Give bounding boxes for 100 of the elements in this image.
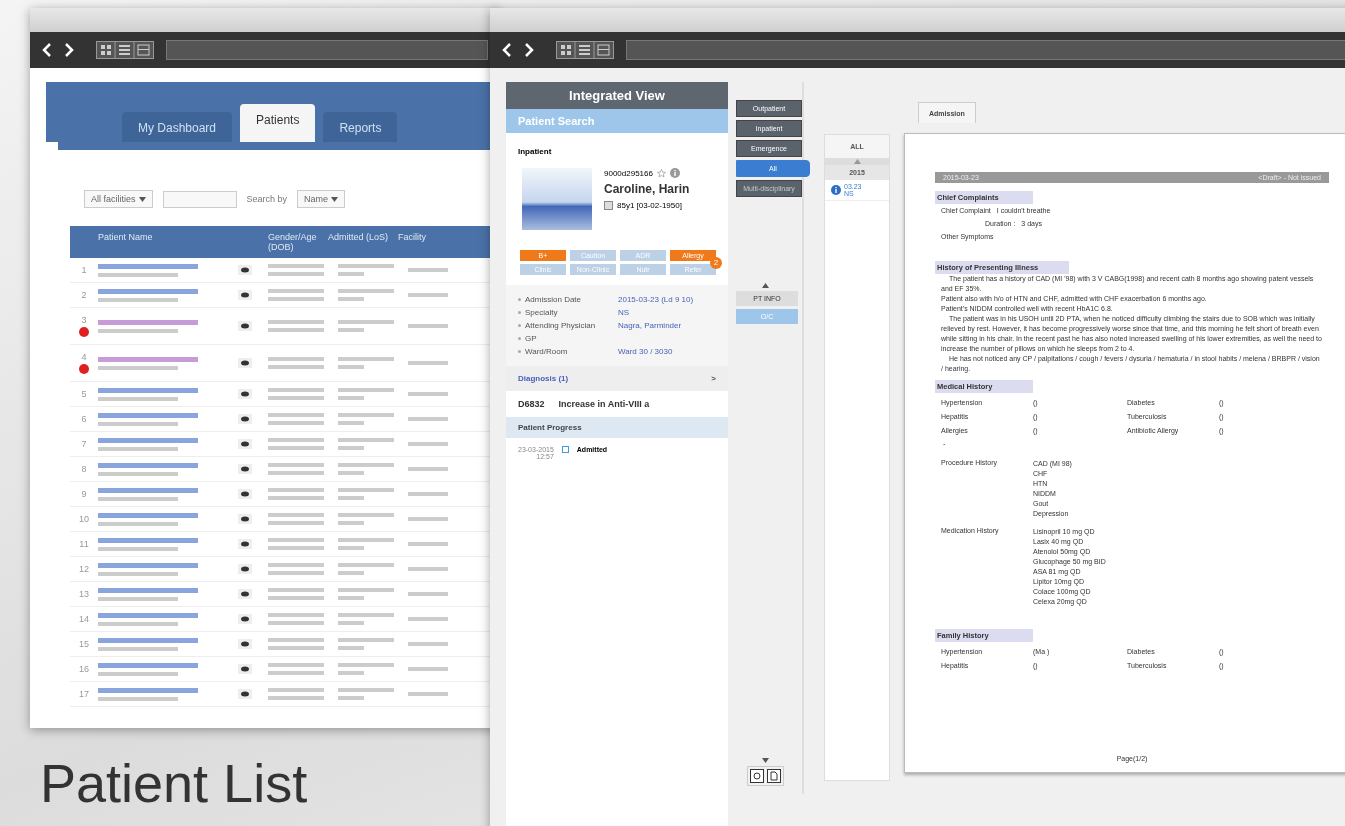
text-placeholder	[268, 471, 324, 475]
text-placeholder	[338, 513, 394, 517]
eye-icon[interactable]	[238, 639, 252, 649]
text-placeholder	[408, 492, 448, 496]
bullet-icon	[518, 298, 521, 301]
row-number: 11	[79, 539, 89, 549]
text-placeholder	[408, 517, 448, 521]
section-label: Inpatient	[517, 146, 553, 158]
eye-icon[interactable]	[238, 414, 252, 424]
text-placeholder	[408, 293, 448, 297]
eye-icon[interactable]	[238, 589, 252, 599]
column-header: Admitted (LoS)	[328, 232, 390, 244]
text-placeholder	[338, 496, 364, 500]
text-placeholder	[268, 671, 324, 675]
eye-icon[interactable]	[238, 664, 252, 674]
eye-icon[interactable]	[238, 439, 252, 449]
text-placeholder	[268, 488, 324, 492]
caret-down-icon[interactable]	[331, 197, 339, 202]
bullet-icon	[518, 311, 521, 314]
eye-icon[interactable]	[238, 389, 252, 399]
info-icon[interactable]	[669, 168, 680, 178]
text-placeholder	[338, 438, 394, 442]
row-number: 17	[79, 689, 89, 699]
eye-icon[interactable]	[238, 514, 252, 524]
detail-label: Attending Physician	[525, 321, 596, 330]
text-placeholder	[268, 388, 324, 392]
text-placeholder	[408, 467, 448, 471]
detail-label: GP	[525, 334, 537, 343]
nav-tab[interactable]: Patients	[240, 104, 316, 142]
photo-placeholder	[522, 168, 592, 230]
eye-icon[interactable]	[238, 614, 252, 624]
eye-icon[interactable]	[238, 464, 252, 474]
back-icon[interactable]	[42, 43, 52, 57]
text-placeholder	[338, 289, 394, 293]
text-placeholder	[408, 667, 448, 671]
eye-icon[interactable]	[238, 564, 252, 574]
caret-down-icon[interactable]	[138, 197, 146, 202]
facility-dropdown[interactable]: All facilities	[84, 190, 153, 208]
eye-icon[interactable]	[238, 539, 252, 549]
text-placeholder	[268, 688, 324, 692]
text-placeholder	[268, 496, 324, 500]
address-field[interactable]	[166, 40, 488, 60]
row-number: 1	[81, 265, 87, 275]
eye-icon[interactable]	[238, 358, 252, 368]
text-placeholder	[338, 488, 394, 492]
view-switch-icon[interactable]	[556, 41, 614, 59]
row-number: 8	[81, 464, 87, 474]
text-placeholder	[338, 663, 394, 667]
text-placeholder	[268, 613, 324, 617]
text-placeholder	[338, 365, 364, 369]
detail-label: Specialty	[525, 308, 558, 317]
eye-icon[interactable]	[238, 265, 252, 275]
caret-down-icon[interactable]	[761, 758, 769, 763]
text-placeholder	[268, 421, 324, 425]
search-by-dropdown[interactable]: Name	[297, 190, 346, 208]
row-number: 9	[81, 489, 87, 499]
export-icon[interactable]	[766, 769, 781, 783]
text-placeholder	[268, 328, 324, 332]
text-placeholder	[338, 264, 394, 268]
eye-icon[interactable]	[238, 689, 252, 699]
text-placeholder	[338, 272, 364, 276]
text-placeholder	[338, 671, 364, 675]
eye-icon[interactable]	[238, 290, 252, 300]
forward-icon[interactable]	[64, 43, 74, 57]
text-placeholder	[338, 396, 364, 400]
view-switch-icon[interactable]	[96, 41, 154, 59]
nav-tab[interactable]: Reports	[323, 112, 398, 142]
text-placeholder	[338, 688, 394, 692]
text-placeholder	[338, 297, 364, 301]
back-icon[interactable]	[502, 43, 512, 57]
text-placeholder	[268, 463, 324, 467]
detail-label: Ward/Room	[525, 347, 568, 356]
star-icon[interactable]	[656, 168, 666, 178]
forward-icon[interactable]	[524, 43, 534, 57]
detail-value: 2015-03-23 (Ld 9 10)	[618, 295, 695, 304]
diagnosis-title: Diagnosis (1)	[518, 374, 569, 383]
row-number: 7	[81, 439, 87, 449]
diagnosis-code: D6832	[518, 399, 545, 409]
text-placeholder	[338, 546, 364, 550]
text-placeholder	[268, 588, 324, 592]
text-placeholder	[268, 563, 324, 567]
row-number: 15	[79, 639, 89, 649]
text-placeholder	[268, 513, 324, 517]
patient-id: 9000d295166	[604, 168, 653, 178]
row-number: 4	[81, 352, 87, 362]
nav-tab[interactable]: My Dashboard	[122, 112, 233, 142]
eye-icon[interactable]	[238, 489, 252, 499]
bullet-icon	[518, 337, 521, 340]
settings-icon[interactable]	[749, 769, 764, 783]
caret-up-icon[interactable]	[761, 283, 769, 288]
address-field[interactable]	[626, 40, 1345, 60]
text-placeholder	[338, 596, 364, 600]
column-header: Patient Name	[98, 232, 154, 244]
eye-icon[interactable]	[238, 321, 252, 331]
text-placeholder	[408, 692, 448, 696]
diagnosis-header[interactable]: Diagnosis (1) >	[506, 366, 728, 391]
text-placeholder	[268, 289, 324, 293]
text-placeholder	[408, 567, 448, 571]
row-number: 2	[81, 290, 87, 300]
text-placeholder	[338, 471, 364, 475]
